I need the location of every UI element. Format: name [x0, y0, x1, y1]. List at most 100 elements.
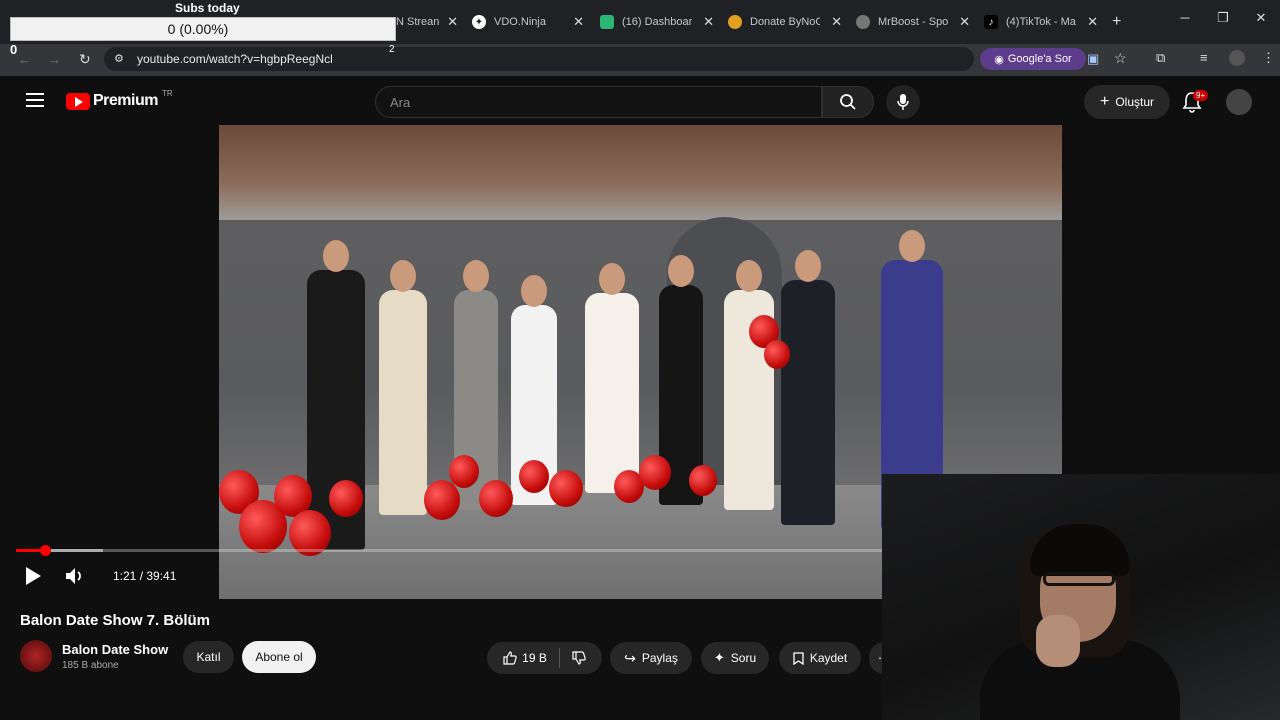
video-balloon [639, 455, 671, 491]
close-icon[interactable]: ✕ [959, 14, 970, 30]
notification-badge: 9+ [1193, 90, 1209, 101]
subs-today-title: Subs today [175, 1, 240, 15]
video-person [781, 280, 835, 525]
close-icon[interactable]: ✕ [1087, 14, 1098, 30]
tab-title: (4)TikTok - Mak [1006, 16, 1076, 28]
channel-name[interactable]: Balon Date Show [62, 642, 168, 657]
region-code: TR [161, 88, 173, 98]
video-person-head [795, 250, 821, 282]
search-button[interactable] [822, 86, 874, 118]
vdo-icon: ✦ [472, 15, 486, 29]
minimize-icon[interactable]: ─ [1166, 10, 1204, 26]
logo-text: Premium [93, 92, 158, 109]
video-person-head [599, 263, 625, 295]
video-title: Balon Date Show 7. Bölüm [20, 612, 211, 629]
video-balloon [424, 480, 460, 520]
subs-today-bar: 0 (0.00%) [10, 17, 396, 41]
close-window-icon[interactable]: ✕ [1242, 10, 1280, 26]
join-button[interactable]: Katıl [183, 641, 234, 673]
scrubber-handle[interactable] [40, 545, 51, 556]
ask-button[interactable]: ✦ Soru [701, 642, 769, 674]
tab-dashboard[interactable]: (16) Dashboard ✕ [592, 8, 720, 36]
tab-donate[interactable]: Donate ByNoGa ✕ [720, 8, 848, 36]
volume-icon[interactable] [64, 566, 86, 586]
channel-subscriber-count: 185 B abone [62, 660, 119, 671]
video-person-head [323, 240, 349, 272]
close-icon[interactable]: ✕ [573, 14, 584, 30]
play-icon[interactable] [24, 566, 42, 586]
tab-vdo-ninja[interactable]: ✦ VDO.Ninja ✕ [464, 8, 590, 36]
reload-icon[interactable]: ↻ [79, 51, 91, 68]
close-icon[interactable]: ✕ [447, 14, 458, 30]
star-icon[interactable]: ☆ [1114, 50, 1127, 67]
media-icon[interactable]: ≡ [1200, 50, 1208, 65]
like-dislike-group: 19 B [487, 642, 602, 674]
new-tab-button[interactable]: + [1104, 8, 1128, 36]
extensions-icon[interactable]: ⧉ [1156, 50, 1165, 66]
webcam-hand [1036, 615, 1080, 667]
video-balloon [449, 455, 479, 488]
subscribe-button[interactable]: Abone ol [242, 641, 316, 673]
google-ask-button[interactable]: ◉ Google'a Sor [980, 48, 1086, 70]
microphone-icon [897, 94, 909, 110]
sparkle-icon: ✦ [713, 650, 725, 665]
kebab-menu-icon[interactable]: ⋮ [1262, 50, 1275, 66]
site-info-icon[interactable]: ⚙ [114, 52, 124, 65]
ask-label: Soru [730, 651, 757, 665]
save-button[interactable]: Kaydet [779, 642, 861, 674]
tab-title: (16) Dashboard [622, 16, 692, 28]
restore-icon[interactable]: ❐ [1204, 10, 1242, 26]
video-person-head [521, 275, 547, 307]
subs-today-value: 0 (0.00%) [167, 21, 229, 37]
voice-search-button[interactable] [886, 85, 920, 119]
bookmark-icon [793, 651, 804, 665]
plus-icon: + [1099, 93, 1110, 110]
profile-avatar[interactable] [1229, 50, 1245, 66]
share-label: Paylaş [641, 651, 678, 665]
search-input[interactable]: Ara [375, 86, 822, 118]
google-ask-label: Google'a Sor [1007, 53, 1072, 65]
youtube-logo[interactable]: Premium TR [66, 88, 173, 110]
video-person [379, 290, 427, 515]
video-person-head [899, 230, 925, 262]
back-icon[interactable]: ← [18, 52, 31, 67]
dashboard-icon [600, 15, 614, 29]
subs-right-count: 2 [389, 44, 395, 55]
video-person-head [736, 260, 762, 292]
like-button[interactable]: 19 B [503, 651, 547, 665]
tab-title: MrBoost - Spot [878, 16, 948, 28]
video-person-head [390, 260, 416, 292]
tab-tiktok[interactable]: ♪ (4)TikTok - Mak ✕ [976, 8, 1104, 36]
tab-title: Donate ByNoGa [750, 16, 820, 28]
share-icon: ↪ [624, 649, 636, 666]
save-label: Kaydet [809, 651, 848, 665]
time-display: 1:21 / 39:41 [113, 569, 177, 583]
close-icon[interactable]: ✕ [703, 14, 714, 30]
url-text[interactable]: youtube.com/watch?v=hgbpReegNcl [137, 52, 333, 66]
thumbs-down-icon[interactable] [572, 651, 586, 665]
youtube-play-icon [66, 92, 90, 110]
channel-avatar[interactable] [20, 640, 52, 672]
hamburger-menu-icon[interactable] [26, 93, 44, 111]
video-balloon [519, 460, 549, 493]
create-button[interactable]: + Oluştur [1084, 85, 1170, 119]
tab-mrboost[interactable]: MrBoost - Spot ✕ [848, 8, 976, 36]
tiktok-icon: ♪ [984, 15, 998, 29]
video-person-head [668, 255, 694, 287]
create-label: Oluştur [1115, 95, 1155, 109]
webcam-glasses [1043, 572, 1115, 586]
account-avatar[interactable] [1226, 89, 1252, 115]
lens-icon: ◉ [994, 53, 1004, 66]
share-button[interactable]: ↪ Paylaş [610, 642, 692, 674]
like-divider [558, 648, 560, 668]
video-balloon [689, 465, 717, 496]
globe-icon [856, 15, 870, 29]
tab-title: VDO.Ninja [494, 16, 546, 28]
cast-icon[interactable]: ▣ [1087, 51, 1099, 67]
forward-icon[interactable]: → [48, 52, 61, 67]
video-person-head [463, 260, 489, 292]
like-count: 19 B [522, 651, 547, 665]
search-placeholder: Ara [390, 94, 411, 110]
progress-bar[interactable] [16, 549, 882, 552]
close-icon[interactable]: ✕ [831, 14, 842, 30]
